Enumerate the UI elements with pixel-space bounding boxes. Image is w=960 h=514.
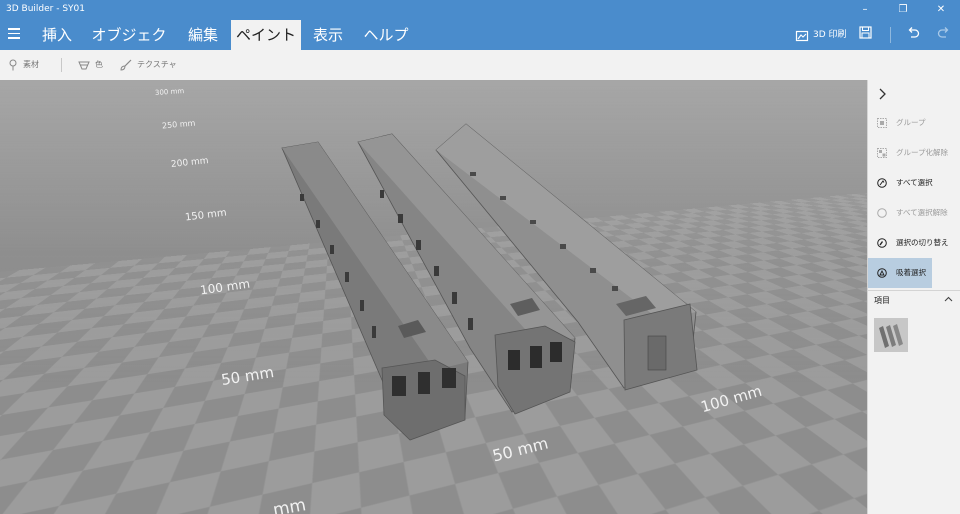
3d-viewport[interactable]: 300 mm 250 mm 200 mm 150 mm 100 mm 50 mm… — [0, 80, 867, 514]
selection-panel: グループ グループ化解除 すべて選択 すべて選択解除 選択の切り替え 吸着選択 … — [867, 80, 960, 514]
print-3d-icon — [795, 30, 809, 41]
color-button[interactable]: 色 — [78, 58, 103, 72]
group-button[interactable]: グループ — [868, 108, 960, 138]
material-button[interactable]: 素材 — [8, 58, 39, 72]
chevron-up-icon — [944, 296, 953, 302]
chevron-right-icon — [879, 88, 886, 100]
menu-bar: 挿入 オブジェクト 編集 ペイント 表示 ヘルプ 3D 印刷 — [0, 20, 960, 74]
item-thumbnail[interactable] — [874, 318, 908, 352]
paint-ribbon: 素材 色 テクスチャ — [0, 50, 960, 81]
save-icon — [859, 26, 872, 39]
undo-icon — [908, 27, 920, 38]
train-models[interactable] — [0, 80, 867, 514]
tab-object[interactable]: オブジェクト — [86, 20, 172, 74]
redo-icon — [937, 27, 949, 38]
brush-icon — [120, 59, 132, 71]
deselect-all-button[interactable]: すべて選択解除 — [868, 198, 960, 228]
print-3d-label: 3D 印刷 — [813, 30, 847, 40]
material-icon — [9, 59, 17, 70]
train-thumbnail-icon — [879, 324, 903, 348]
tab-view[interactable]: 表示 — [303, 20, 353, 50]
collapse-panel-button[interactable] — [878, 87, 888, 101]
deselect-all-label: すべて選択解除 — [896, 208, 948, 217]
toggle-selection-label: 選択の切り替え — [896, 238, 949, 247]
save-button[interactable] — [859, 26, 873, 44]
snap-select-label: 吸着選択 — [896, 268, 926, 277]
color-bucket-icon — [78, 61, 90, 69]
maximize-button[interactable]: ❐ — [884, 0, 922, 20]
select-all-button[interactable]: すべて選択 — [868, 168, 960, 198]
window-title: 3D Builder - SY01 — [6, 4, 85, 14]
print-3d-button[interactable]: 3D 印刷 — [795, 26, 855, 44]
toggle-selection-button[interactable]: 選択の切り替え — [868, 228, 960, 258]
tab-edit[interactable]: 編集 — [178, 20, 228, 50]
redo-button[interactable] — [937, 26, 951, 44]
tab-paint[interactable]: ペイント — [231, 20, 301, 50]
select-all-label: すべて選択 — [896, 178, 933, 187]
hamburger-menu-icon[interactable] — [8, 28, 20, 40]
texture-button[interactable]: テクスチャ — [120, 58, 177, 72]
undo-button[interactable] — [906, 26, 920, 44]
select-all-icon — [877, 178, 887, 188]
ungroup-label: グループ化解除 — [896, 148, 949, 157]
group-icon — [877, 118, 887, 128]
texture-label: テクスチャ — [137, 60, 177, 69]
minimize-button[interactable]: – — [846, 0, 884, 20]
items-section-header[interactable]: 項目 — [868, 290, 960, 307]
ungroup-icon — [877, 148, 887, 158]
tab-help[interactable]: ヘルプ — [358, 20, 414, 50]
group-label: グループ — [896, 118, 926, 127]
items-section-title: 項目 — [874, 296, 890, 305]
material-label: 素材 — [23, 60, 39, 69]
color-label: 色 — [95, 60, 103, 69]
title-bar: 3D Builder - SY01 – ❐ ✕ — [0, 0, 960, 20]
toolbar-divider — [890, 27, 891, 43]
tab-insert[interactable]: 挿入 — [34, 20, 80, 50]
toggle-selection-icon — [877, 238, 887, 248]
ungroup-button[interactable]: グループ化解除 — [868, 138, 960, 168]
close-button[interactable]: ✕ — [922, 0, 960, 20]
snap-select-icon — [877, 268, 887, 278]
snap-select-button[interactable]: 吸着選択 — [868, 258, 932, 288]
deselect-all-icon — [877, 208, 887, 218]
ribbon-separator — [61, 58, 62, 72]
